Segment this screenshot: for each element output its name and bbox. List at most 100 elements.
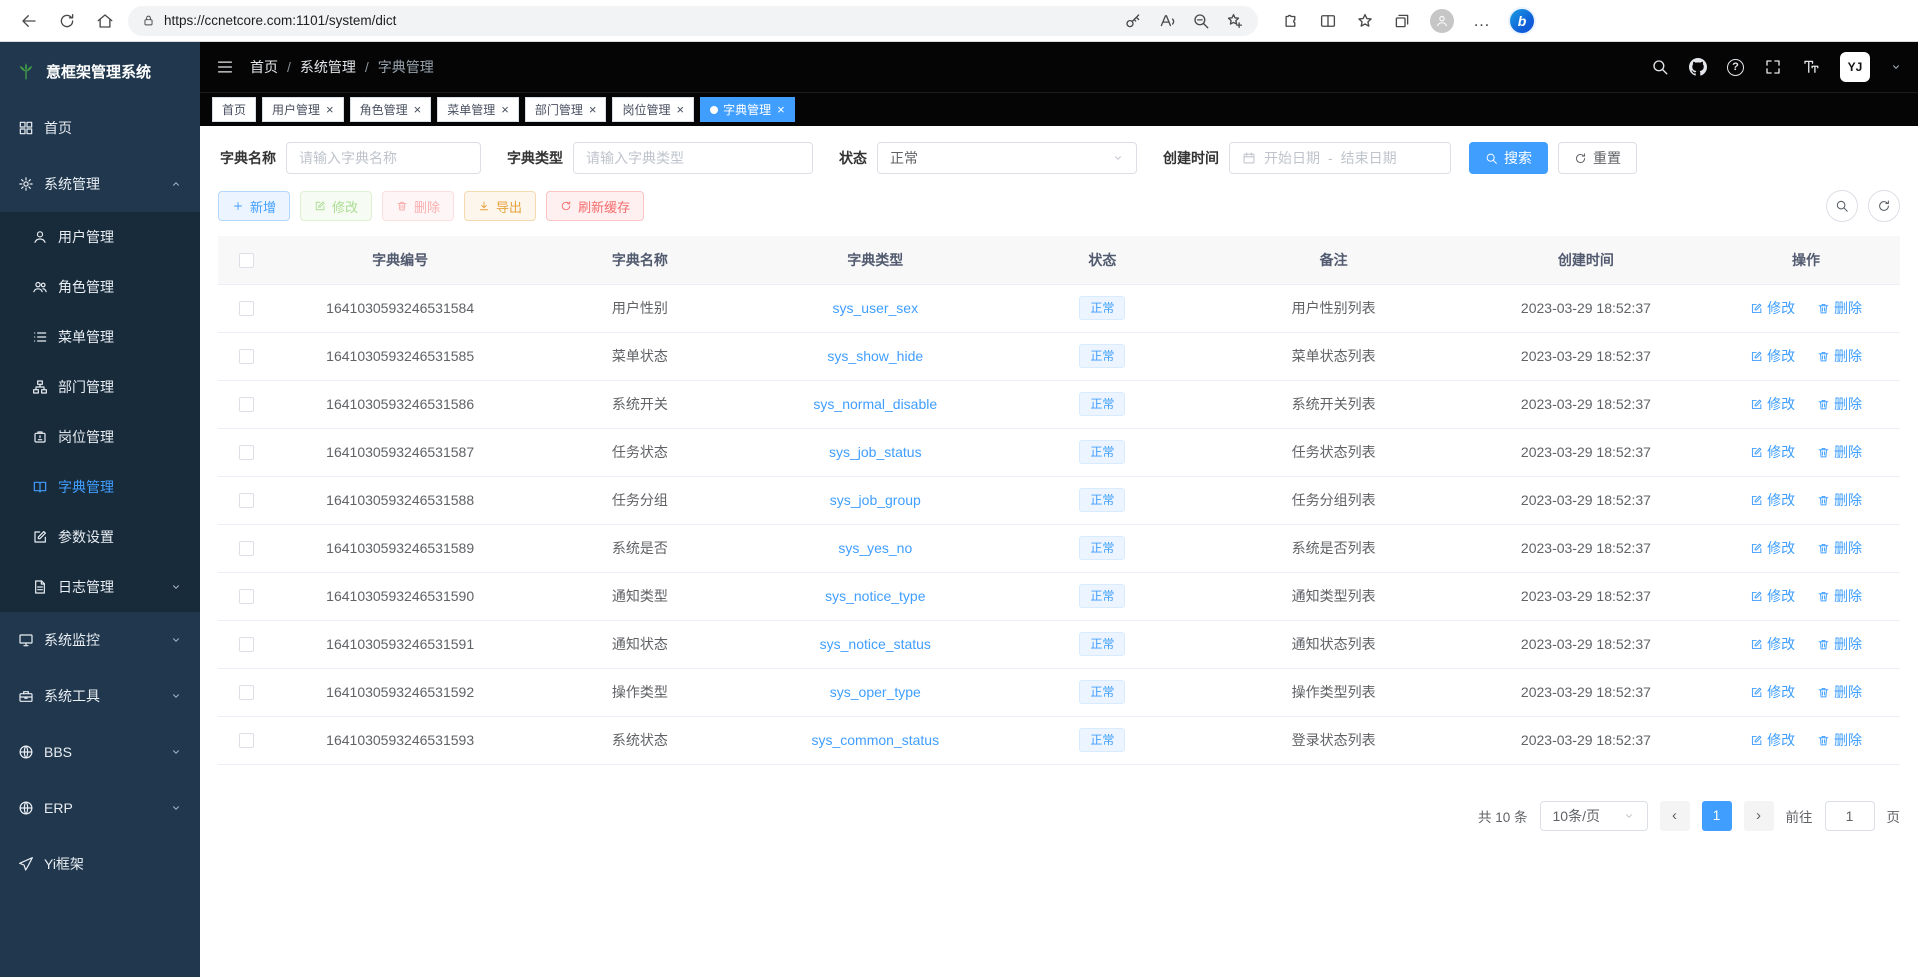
row-checkbox[interactable] <box>239 301 254 316</box>
tab-close-icon[interactable]: × <box>676 103 684 116</box>
sidebar-item-yi-framework[interactable]: Yi框架 <box>0 836 200 892</box>
tab-5[interactable]: 岗位管理× <box>612 97 694 122</box>
tab-1[interactable]: 用户管理× <box>262 97 344 122</box>
row-delete-button[interactable]: 删除 <box>1817 634 1862 654</box>
row-edit-button[interactable]: 修改 <box>1750 346 1795 366</box>
dict-type-link[interactable]: sys_job_status <box>829 444 922 460</box>
prev-page-button[interactable]: ‹ <box>1660 801 1690 831</box>
user-menu-caret-icon[interactable] <box>1890 61 1902 73</box>
search-button[interactable]: 搜索 <box>1469 142 1548 174</box>
row-checkbox[interactable] <box>239 733 254 748</box>
row-checkbox[interactable] <box>239 349 254 364</box>
sidebar-item-home[interactable]: 首页 <box>0 100 200 156</box>
row-edit-button[interactable]: 修改 <box>1750 298 1795 318</box>
read-aloud-icon[interactable] <box>1158 12 1176 30</box>
browser-profile-avatar[interactable] <box>1430 9 1454 33</box>
row-delete-button[interactable]: 删除 <box>1817 442 1862 462</box>
tab-2[interactable]: 角色管理× <box>350 97 432 122</box>
dict-type-link[interactable]: sys_yes_no <box>838 540 912 556</box>
dict-type-link[interactable]: sys_oper_type <box>830 684 921 700</box>
dict-type-link[interactable]: sys_user_sex <box>833 300 919 316</box>
refresh-table-button[interactable] <box>1868 190 1900 222</box>
dict-type-input[interactable] <box>586 150 800 166</box>
delete-button[interactable]: 删除 <box>382 191 454 221</box>
browser-back-button[interactable] <box>14 6 44 36</box>
row-delete-button[interactable]: 删除 <box>1817 538 1862 558</box>
date-range-picker[interactable]: 开始日期 - 结束日期 <box>1229 142 1451 174</box>
dict-type-link[interactable]: sys_notice_status <box>820 636 931 652</box>
select-all-checkbox[interactable] <box>239 253 254 268</box>
sidebar-item-tools[interactable]: 系统工具 <box>0 668 200 724</box>
split-screen-icon[interactable] <box>1319 12 1337 30</box>
sidebar-item-parameters[interactable]: 参数设置 <box>0 512 200 562</box>
password-key-icon[interactable] <box>1124 12 1142 30</box>
reset-button[interactable]: 重置 <box>1558 142 1637 174</box>
sidebar-item-system[interactable]: 系统管理 <box>0 156 200 212</box>
tab-0[interactable]: 首页 <box>212 97 256 122</box>
add-favorite-star-icon[interactable] <box>1226 12 1244 30</box>
row-delete-button[interactable]: 删除 <box>1817 490 1862 510</box>
row-edit-button[interactable]: 修改 <box>1750 682 1795 702</box>
help-icon[interactable]: ? <box>1727 59 1744 76</box>
sidebar-item-departments[interactable]: 部门管理 <box>0 362 200 412</box>
sidebar-item-monitor[interactable]: 系统监控 <box>0 612 200 668</box>
sidebar-item-dictionary[interactable]: 字典管理 <box>0 462 200 512</box>
row-checkbox[interactable] <box>239 445 254 460</box>
export-button[interactable]: 导出 <box>464 191 536 221</box>
goto-page-input[interactable] <box>1830 808 1870 824</box>
dict-name-input[interactable] <box>299 150 468 166</box>
row-edit-button[interactable]: 修改 <box>1750 394 1795 414</box>
tab-close-icon[interactable]: × <box>501 103 509 116</box>
row-delete-button[interactable]: 删除 <box>1817 346 1862 366</box>
dict-type-link[interactable]: sys_common_status <box>811 732 939 748</box>
row-edit-button[interactable]: 修改 <box>1750 538 1795 558</box>
favorites-star-icon[interactable] <box>1356 12 1374 30</box>
sidebar-item-erp[interactable]: ERP <box>0 780 200 836</box>
sidebar-item-roles[interactable]: 角色管理 <box>0 262 200 312</box>
tab-close-icon[interactable]: × <box>777 103 785 116</box>
github-icon[interactable] <box>1689 58 1707 76</box>
sidebar-item-menus[interactable]: 菜单管理 <box>0 312 200 362</box>
edit-button[interactable]: 修改 <box>300 191 372 221</box>
next-page-button[interactable]: › <box>1744 801 1774 831</box>
row-edit-button[interactable]: 修改 <box>1750 490 1795 510</box>
row-checkbox[interactable] <box>239 397 254 412</box>
row-checkbox[interactable] <box>239 685 254 700</box>
browser-more-menu[interactable]: … <box>1473 11 1491 31</box>
collections-icon[interactable] <box>1393 12 1411 30</box>
row-delete-button[interactable]: 删除 <box>1817 586 1862 606</box>
row-checkbox[interactable] <box>239 637 254 652</box>
breadcrumb-home[interactable]: 首页 <box>250 57 278 77</box>
row-delete-button[interactable]: 删除 <box>1817 730 1862 750</box>
sidebar-item-bbs[interactable]: BBS <box>0 724 200 780</box>
extensions-puzzle-icon[interactable] <box>1282 12 1300 30</box>
page-button-1[interactable]: 1 <box>1702 801 1732 831</box>
row-edit-button[interactable]: 修改 <box>1750 730 1795 750</box>
sidebar-toggle-button[interactable] <box>216 58 234 76</box>
bing-copilot-icon[interactable]: b <box>1510 9 1534 33</box>
browser-reload-button[interactable] <box>52 6 82 36</box>
fullscreen-icon[interactable] <box>1764 58 1782 76</box>
page-size-select[interactable]: 10条/页 <box>1540 801 1648 831</box>
row-delete-button[interactable]: 删除 <box>1817 298 1862 318</box>
user-avatar[interactable]: YJ <box>1840 52 1870 82</box>
tab-close-icon[interactable]: × <box>326 103 334 116</box>
row-checkbox[interactable] <box>239 541 254 556</box>
row-edit-button[interactable]: 修改 <box>1750 586 1795 606</box>
toggle-search-button[interactable] <box>1826 190 1858 222</box>
dict-type-link[interactable]: sys_show_hide <box>827 348 923 364</box>
address-bar[interactable]: https://ccnetcore.com:1101/system/dict <box>128 6 1258 36</box>
refresh-cache-button[interactable]: 刷新缓存 <box>546 191 644 221</box>
dict-type-link[interactable]: sys_job_group <box>830 492 921 508</box>
row-delete-button[interactable]: 删除 <box>1817 394 1862 414</box>
font-size-icon[interactable] <box>1802 58 1820 76</box>
breadcrumb-system[interactable]: 系统管理 <box>300 57 356 77</box>
header-search-icon[interactable] <box>1651 58 1669 76</box>
sidebar-item-users[interactable]: 用户管理 <box>0 212 200 262</box>
browser-home-button[interactable] <box>90 6 120 36</box>
tab-close-icon[interactable]: × <box>589 103 597 116</box>
row-edit-button[interactable]: 修改 <box>1750 442 1795 462</box>
status-select[interactable]: 正常 <box>877 142 1137 174</box>
tab-6[interactable]: 字典管理× <box>700 97 795 122</box>
sidebar-item-posts[interactable]: 岗位管理 <box>0 412 200 462</box>
